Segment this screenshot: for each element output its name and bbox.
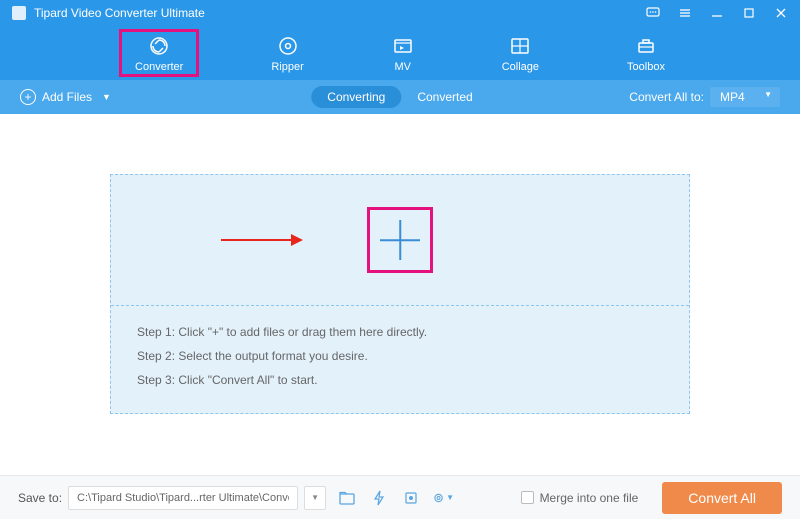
app-title: Tipard Video Converter Ultimate <box>34 6 646 20</box>
segment-converting[interactable]: Converting <box>311 86 401 108</box>
checkbox-icon <box>521 491 534 504</box>
tab-collage[interactable]: Collage <box>488 31 553 75</box>
tab-ripper-label: Ripper <box>271 61 303 73</box>
segment-converted[interactable]: Converted <box>401 86 488 108</box>
open-folder-icon[interactable] <box>336 487 358 509</box>
plus-circle-icon: + <box>20 89 36 105</box>
tab-collage-label: Collage <box>502 61 539 73</box>
step-3: Step 3: Click "Convert All" to start. <box>137 368 663 392</box>
add-files-label: Add Files <box>42 90 92 104</box>
minimize-icon[interactable] <box>710 6 724 20</box>
dropzone[interactable]: Step 1: Click "+" to add files or drag t… <box>110 174 690 414</box>
save-path-dropdown[interactable]: ▼ <box>304 486 326 510</box>
gpu-accel-icon[interactable] <box>368 487 390 509</box>
titlebar: Tipard Video Converter Ultimate <box>0 0 800 26</box>
tab-toolbox[interactable]: Toolbox <box>613 31 679 75</box>
add-files-plus-icon[interactable] <box>372 212 428 268</box>
chevron-down-icon: ▼ <box>102 92 111 102</box>
high-speed-icon[interactable] <box>400 487 422 509</box>
app-logo-icon <box>12 6 26 20</box>
tab-ripper[interactable]: Ripper <box>257 31 317 75</box>
toolbar: + Add Files ▼ Converting Converted Conve… <box>0 80 800 114</box>
save-to-label: Save to: <box>18 491 62 505</box>
main-area: Step 1: Click "+" to add files or drag t… <box>0 114 800 485</box>
convert-all-button[interactable]: Convert All <box>662 482 782 514</box>
toolbox-icon <box>635 35 657 57</box>
settings-gear-icon[interactable]: ▼ <box>432 487 454 509</box>
tab-toolbox-label: Toolbox <box>627 61 665 73</box>
output-format-select[interactable]: MP4 <box>710 87 780 107</box>
maximize-icon[interactable] <box>742 6 756 20</box>
merge-label: Merge into one file <box>540 491 639 505</box>
output-format-value: MP4 <box>720 90 745 104</box>
main-tabs: Converter Ripper MV Collage Toolbox <box>0 26 800 80</box>
converter-icon <box>148 35 170 57</box>
ripper-icon <box>277 35 299 57</box>
merge-checkbox[interactable]: Merge into one file <box>521 491 639 505</box>
step-1: Step 1: Click "+" to add files or drag t… <box>137 320 663 344</box>
collage-icon <box>509 35 531 57</box>
step-2: Step 2: Select the output format you des… <box>137 344 663 368</box>
tab-mv-label: MV <box>394 61 411 73</box>
footer: Save to: ▼ ▼ Merge into one file Convert… <box>0 475 800 519</box>
annotation-arrow-icon <box>221 239 301 241</box>
instruction-steps: Step 1: Click "+" to add files or drag t… <box>111 306 689 406</box>
save-path-input[interactable] <box>68 486 298 510</box>
tab-converter[interactable]: Converter <box>121 31 197 75</box>
convert-all-to-label: Convert All to: <box>629 90 704 104</box>
close-icon[interactable] <box>774 6 788 20</box>
menu-icon[interactable] <box>678 6 692 20</box>
tab-mv[interactable]: MV <box>378 31 428 75</box>
mv-icon <box>392 35 414 57</box>
feedback-icon[interactable] <box>646 6 660 20</box>
tab-converter-label: Converter <box>135 61 183 73</box>
add-files-button[interactable]: + Add Files ▼ <box>20 89 111 105</box>
